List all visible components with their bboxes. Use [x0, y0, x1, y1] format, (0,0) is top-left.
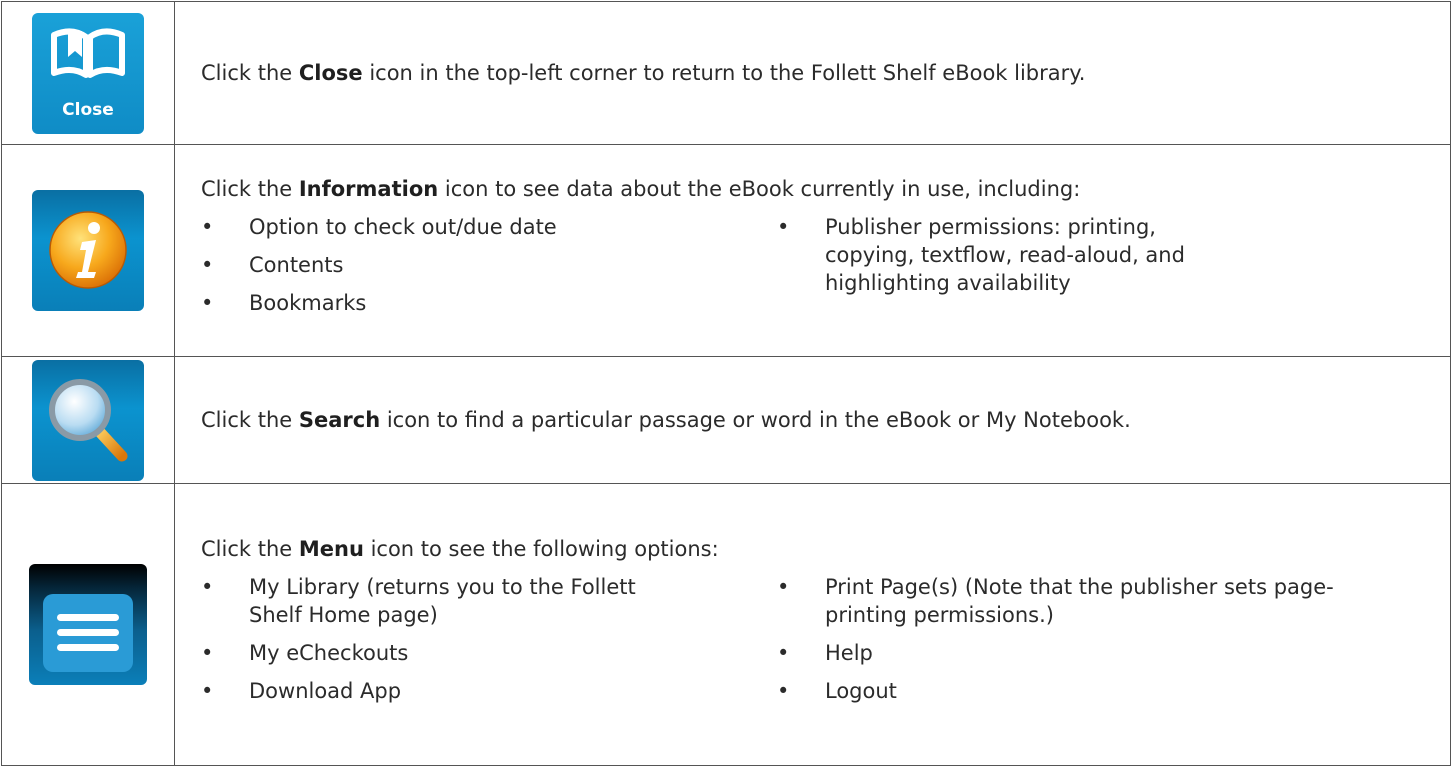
list-item: Publisher permissions: printing, copying… [777, 213, 1337, 297]
icon-cell: Close [1, 1, 175, 145]
list-item: Help [777, 639, 1337, 667]
menu-term: Menu [298, 536, 364, 561]
list-item: Download App [201, 677, 777, 705]
information-term: Information [298, 176, 439, 201]
close-book-icon: Close [32, 12, 144, 134]
table-row-menu: Click the Menu icon to see the following… [1, 483, 1451, 766]
description-cell: Click the Close icon in the top-left cor… [174, 1, 1451, 145]
info-column-right: Publisher permissions: printing, copying… [777, 213, 1337, 327]
list-item: My Library (returns you to the Follett S… [201, 573, 777, 629]
hamburger-menu-icon [29, 564, 147, 685]
list-item: My eCheckouts [201, 639, 777, 667]
table-row-close: Close Click the Close icon in the top-le… [1, 1, 1451, 145]
close-icon-label: Close [62, 99, 114, 120]
menu-column-right: Print Page(s) (Note that the publisher s… [777, 573, 1337, 715]
menu-column-left: My Library (returns you to the Follett S… [201, 573, 777, 715]
description-cell: Click the Search icon to find a particul… [174, 356, 1451, 484]
search-term: Search [298, 408, 381, 432]
information-option-columns: Option to check out/due date Contents Bo… [201, 213, 1444, 327]
information-icon [32, 190, 144, 311]
menu-option-columns: My Library (returns you to the Follett S… [201, 573, 1444, 715]
information-description: Click the Information icon to see data a… [201, 176, 1081, 201]
icon-cell [1, 144, 175, 357]
menu-description: Click the Menu icon to see the following… [201, 536, 719, 561]
list-item: Logout [777, 677, 1337, 705]
list-item: Print Page(s) (Note that the publisher s… [777, 573, 1337, 629]
description-cell: Click the Information icon to see data a… [174, 144, 1451, 357]
close-term: Close [298, 61, 363, 85]
list-item: Option to check out/due date [201, 213, 777, 241]
list-item: Bookmarks [201, 289, 777, 317]
list-item: Contents [201, 251, 777, 279]
icon-cell [1, 356, 175, 484]
search-description: Click the Search icon to find a particul… [201, 408, 1131, 432]
icon-cell [1, 483, 175, 766]
table-row-information: Click the Information icon to see data a… [1, 144, 1451, 357]
description-cell: Click the Menu icon to see the following… [174, 483, 1451, 766]
info-column-left: Option to check out/due date Contents Bo… [201, 213, 777, 327]
table-row-search: Click the Search icon to find a particul… [1, 356, 1451, 484]
magnifier-icon [32, 359, 144, 481]
close-description: Click the Close icon in the top-left cor… [201, 61, 1086, 85]
icon-guide-table: Close Click the Close icon in the top-le… [1, 1, 1451, 766]
